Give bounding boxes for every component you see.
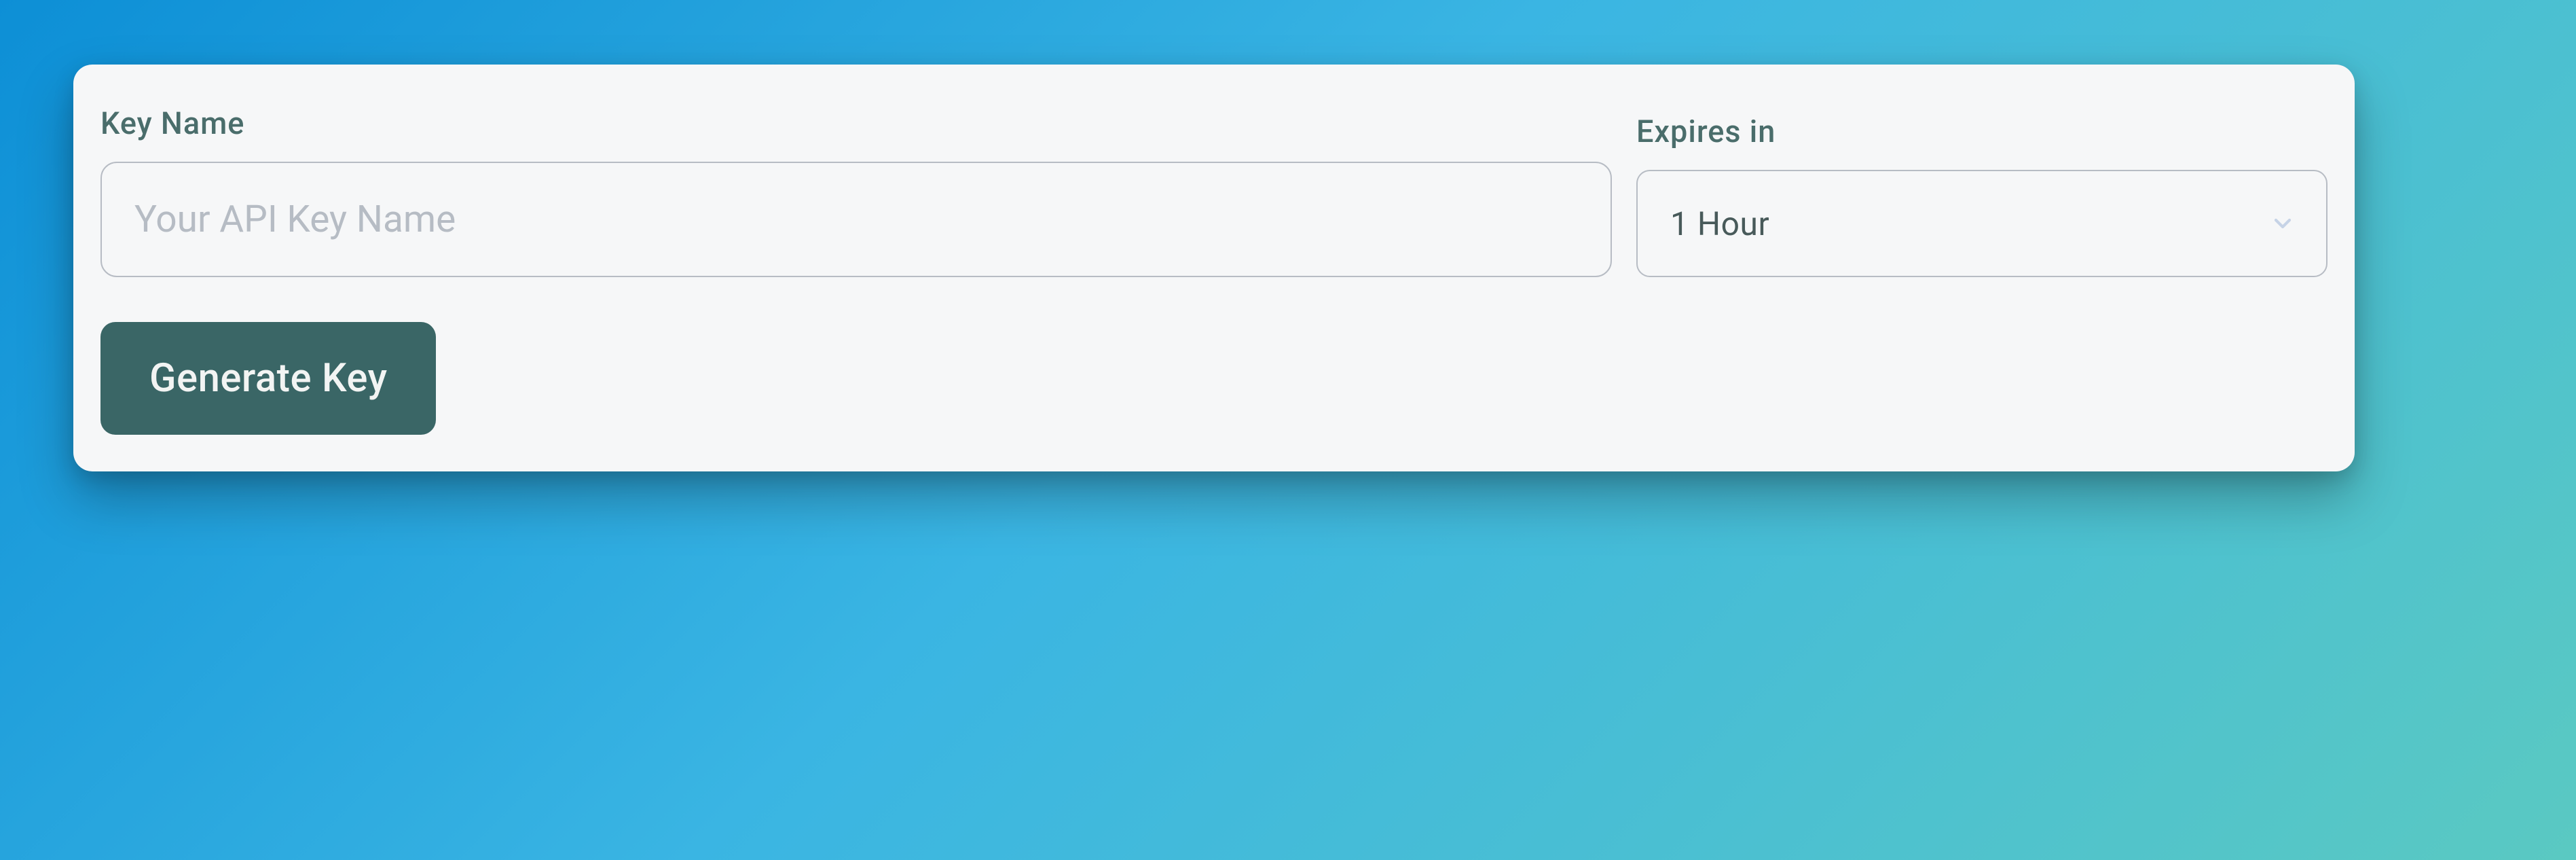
- api-key-form-card: Key Name Expires in 1 Hour Generate Key: [73, 65, 2355, 471]
- expires-selected-value: 1 Hour: [1636, 170, 2327, 277]
- generate-key-button[interactable]: Generate Key: [100, 322, 436, 435]
- key-name-input[interactable]: [100, 162, 1612, 277]
- form-row: Key Name Expires in 1 Hour: [100, 105, 2327, 277]
- key-name-field: Key Name: [100, 105, 1612, 277]
- button-row: Generate Key: [100, 322, 2327, 435]
- expires-select[interactable]: 1 Hour: [1636, 170, 2327, 277]
- expires-field: Expires in 1 Hour: [1636, 113, 2327, 277]
- key-name-label: Key Name: [100, 105, 1612, 141]
- expires-label: Expires in: [1636, 113, 2327, 149]
